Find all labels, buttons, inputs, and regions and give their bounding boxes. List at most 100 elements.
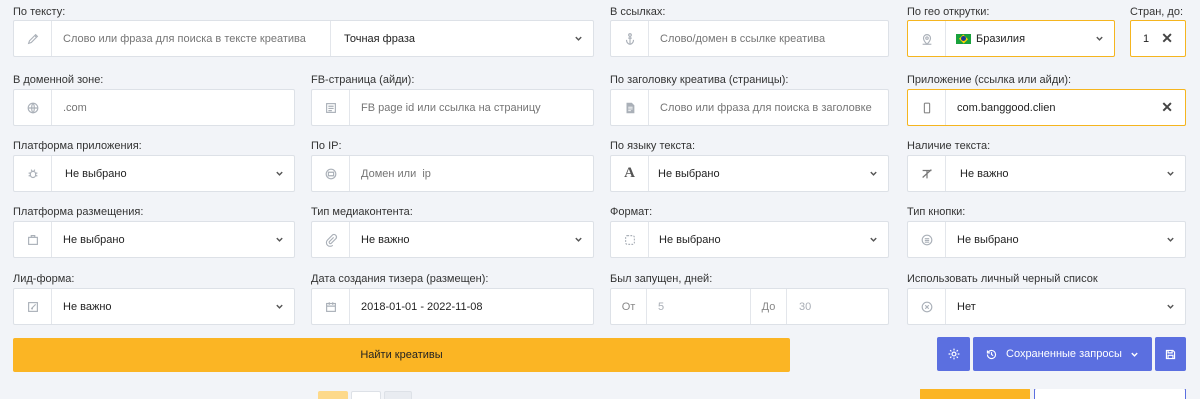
chevron-down-icon[interactable] — [869, 222, 878, 257]
saved-queries-label: Сохраненные запросы — [1006, 348, 1122, 360]
format-value: Не выбрано — [659, 233, 721, 246]
lead-form-value: Не важно — [63, 300, 112, 313]
countries-value: 1 — [1143, 32, 1150, 45]
days-to-text: До — [761, 300, 776, 313]
paperclip-icon — [312, 222, 350, 257]
cancel-circle-icon — [908, 289, 946, 324]
media-type-select[interactable]: Не важно — [311, 221, 594, 258]
title-label: По заголовку креатива (страницы): — [610, 74, 789, 86]
chevron-down-icon[interactable] — [275, 156, 284, 191]
lead-form-label: Лид-форма: — [13, 273, 75, 285]
close-icon[interactable]: ✕ — [1161, 90, 1173, 125]
chevron-down-icon[interactable] — [869, 156, 878, 191]
gear-icon — [948, 348, 959, 360]
network-icon — [312, 156, 350, 191]
globe-icon — [14, 90, 52, 125]
chevron-down-icon[interactable] — [275, 222, 284, 257]
save-query-button[interactable] — [1155, 337, 1186, 371]
days-from-input[interactable]: 5 — [658, 289, 664, 324]
countries-label: Стран, до: — [1130, 6, 1183, 18]
title-input[interactable] — [660, 90, 882, 125]
chevron-down-icon[interactable] — [574, 21, 583, 56]
chevron-down-icon[interactable] — [1166, 289, 1175, 324]
close-icon[interactable]: ✕ — [1161, 21, 1173, 56]
search-button[interactable]: Найти креативы — [13, 338, 790, 372]
placement-select[interactable]: Не выбрано — [13, 221, 295, 258]
button-type-label: Тип кнопки: — [907, 206, 966, 218]
domain-field — [13, 89, 295, 126]
smartphone-icon — [908, 90, 946, 125]
blacklist-value: Нет — [957, 300, 976, 313]
text-mode-select-value[interactable]: Точная фраза — [344, 21, 415, 56]
date-range-field[interactable]: 2018-01-01 - 2022-11-08 — [311, 288, 594, 325]
text-search-input[interactable] — [63, 21, 333, 56]
crop-icon — [611, 222, 649, 257]
pagination-item[interactable] — [318, 391, 348, 399]
ip-input[interactable] — [361, 156, 587, 191]
geo-select-value: Бразилия — [976, 32, 1026, 45]
blacklist-label: Использовать личный черный список — [907, 273, 1098, 285]
days-label: Был запущен, дней: — [610, 273, 713, 285]
placement-label: Платформа размещения: — [13, 206, 144, 218]
geo-label: По гео открутки: — [907, 6, 990, 18]
list-icon — [908, 222, 946, 257]
language-label: По языку текста: — [610, 140, 696, 152]
links-field — [610, 20, 889, 57]
countries-field[interactable]: 1 ✕ — [1130, 20, 1186, 57]
app-platform-label: Платформа приложения: — [13, 140, 142, 152]
results-strip-partial — [0, 389, 1200, 399]
chevron-down-icon[interactable] — [1166, 156, 1175, 191]
briefcase-icon — [14, 222, 52, 257]
has-text-value: Не важно — [960, 167, 1009, 180]
placement-value: Не выбрано — [63, 233, 125, 246]
domain-label: В доменной зоне: — [13, 74, 104, 86]
document-icon — [611, 90, 649, 125]
days-from-label: От — [611, 289, 647, 324]
language-select[interactable]: A Не выбрано — [610, 155, 889, 192]
format-select[interactable]: Не выбрано — [610, 221, 889, 258]
chevron-down-icon[interactable] — [1166, 222, 1175, 257]
fb-page-input[interactable] — [361, 90, 587, 125]
app-platform-select[interactable]: Не выбрано — [13, 155, 295, 192]
fb-page-label: FB-страница (айди): — [311, 74, 415, 86]
days-to-input[interactable]: 30 — [799, 289, 811, 324]
geo-select[interactable]: Бразилия — [907, 20, 1115, 57]
partial-outline-button[interactable] — [1034, 389, 1186, 399]
pagination-item[interactable] — [384, 391, 412, 399]
lead-form-select[interactable]: Не важно — [13, 288, 295, 325]
ip-label: По IP: — [311, 140, 342, 152]
date-range-value: 2018-01-01 - 2022-11-08 — [361, 300, 483, 313]
app-platform-value: Не выбрано — [65, 167, 127, 180]
days-range-field: От 5 До 30 — [610, 288, 889, 325]
text-search-field: Точная фраза — [13, 20, 594, 57]
settings-button[interactable] — [937, 337, 970, 371]
has-text-label: Наличие текста: — [907, 140, 991, 152]
chevron-down-icon[interactable] — [574, 222, 583, 257]
font-icon: A — [611, 156, 649, 191]
language-value: Не выбрано — [658, 167, 720, 180]
media-type-value: Не важно — [361, 233, 410, 246]
bug-icon — [14, 156, 52, 191]
pencil-icon — [14, 21, 52, 56]
map-pin-icon — [908, 21, 946, 56]
form-icon — [14, 289, 52, 324]
button-type-select[interactable]: Не выбрано — [907, 221, 1186, 258]
anchor-icon — [611, 21, 649, 56]
app-field[interactable]: com.banggood.clien ✕ — [907, 89, 1186, 126]
pagination-item[interactable] — [351, 391, 381, 399]
links-input[interactable] — [660, 21, 882, 56]
date-label: Дата создания тизера (размещен): — [311, 273, 489, 285]
domain-input[interactable] — [63, 90, 288, 125]
text-search-label: По тексту: — [13, 6, 66, 18]
chevron-down-icon[interactable] — [1095, 21, 1104, 56]
chevron-down-icon — [1131, 352, 1138, 357]
button-type-value: Не выбрано — [957, 233, 1019, 246]
saved-queries-button[interactable]: Сохраненные запросы — [973, 337, 1152, 371]
title-field — [610, 89, 889, 126]
format-label: Формат: — [610, 206, 653, 218]
has-text-select[interactable]: Не важно — [907, 155, 1186, 192]
blacklist-select[interactable]: Нет — [907, 288, 1186, 325]
chevron-down-icon[interactable] — [275, 289, 284, 324]
partial-yellow-button[interactable] — [920, 389, 1030, 399]
floppy-disk-icon — [1165, 349, 1176, 359]
